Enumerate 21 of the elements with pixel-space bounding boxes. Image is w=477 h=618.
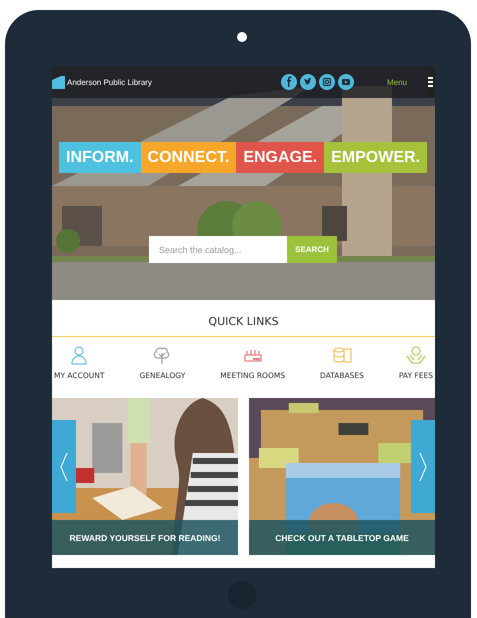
instagram-icon[interactable] — [318, 74, 335, 90]
search-field[interactable]: Search the catalog... — [149, 236, 287, 263]
hamburger-menu-icon[interactable] — [426, 66, 435, 98]
tagline-word: EMPOWER. — [324, 142, 428, 173]
tagline-word: ENGAGE. — [236, 142, 324, 173]
section-heading: QUICK LINKS — [52, 300, 435, 337]
site-title[interactable]: Anderson Public Library — [67, 78, 152, 86]
youtube-icon[interactable] — [338, 74, 354, 90]
menu-link[interactable]: Menu — [386, 78, 407, 86]
promo-card[interactable]: REWARD YOURSELF FOR READING! — [52, 398, 238, 555]
card-caption: REWARD YOURSELF FOR READING! — [52, 520, 238, 555]
facebook-icon[interactable] — [280, 74, 297, 90]
promo-card[interactable]: CHECK OUT A TABLETOP GAME — [249, 398, 435, 555]
logo-icon — [52, 76, 65, 88]
tagline-word: CONNECT. — [140, 142, 236, 173]
chevron-right-icon — [419, 452, 427, 482]
card-caption: CHECK OUT A TABLETOP GAME — [249, 520, 435, 555]
camera-dot — [237, 32, 247, 42]
twitter-icon[interactable] — [300, 74, 316, 90]
tagline-word: INFORM. — [59, 142, 141, 173]
chevron-left-icon — [60, 452, 68, 482]
